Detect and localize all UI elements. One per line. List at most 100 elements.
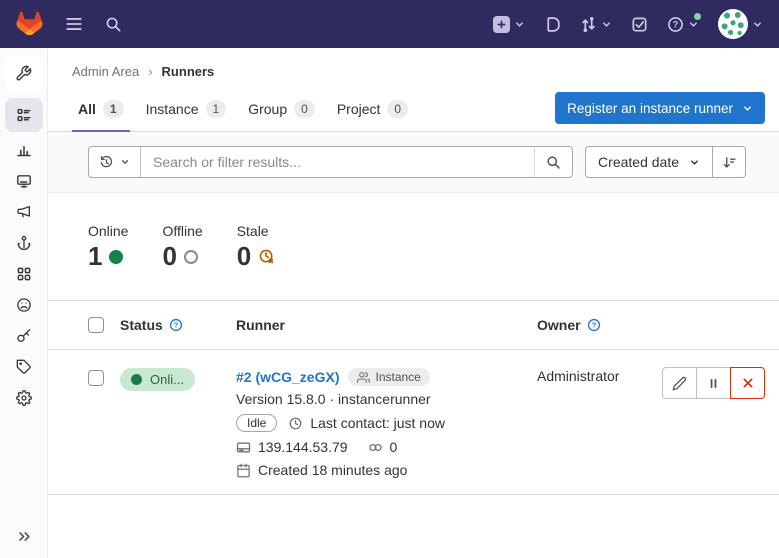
chevron-right-icon: › [148, 64, 152, 79]
sidebar-item-applications[interactable] [5, 258, 43, 289]
sidebar-item-admin-area[interactable] [5, 55, 43, 92]
search-history-button[interactable] [89, 147, 141, 177]
sidebar-item-deploy-keys[interactable] [5, 320, 43, 351]
breadcrumb-admin-area[interactable]: Admin Area [72, 64, 139, 79]
runner-version: Version 15.8.0 · instancerunner [236, 391, 537, 407]
chevron-down-icon [120, 157, 130, 167]
tab-label: All [78, 101, 96, 117]
history-icon [99, 155, 114, 170]
runner-table-row: Onli... #2 (wCG_zeGX) Instance Version 1… [48, 350, 779, 495]
gitlab-logo-icon[interactable] [16, 11, 43, 37]
pause-runner-button[interactable] [696, 367, 731, 399]
runner-last-contact: Last contact: just now [310, 415, 445, 431]
runner-owner-link[interactable]: Administrator [537, 368, 619, 384]
col-header-status: Status [120, 317, 163, 333]
runner-created: Created 18 minutes ago [258, 462, 407, 478]
top-navbar: ? [0, 0, 779, 48]
stat-label: Online [88, 223, 128, 239]
tab-project[interactable]: Project 0 [331, 89, 414, 132]
register-instance-runner-button[interactable]: Register an instance runner [555, 92, 765, 124]
type-badge-label: Instance [375, 370, 420, 384]
todo-list-icon[interactable] [631, 16, 648, 33]
filtered-search-box [88, 146, 573, 178]
notification-dot [694, 13, 701, 20]
sidebar-item-analytics[interactable] [5, 134, 43, 165]
tab-instance[interactable]: Instance 1 [140, 89, 233, 132]
sidebar-item-labels[interactable] [5, 351, 43, 382]
megaphone-icon [16, 204, 32, 220]
runner-idle-badge: Idle [236, 414, 277, 432]
sidebar-item-overview[interactable] [5, 98, 43, 132]
sort-by-label: Created date [598, 154, 679, 170]
admin-sidebar [0, 48, 48, 558]
status-help-icon[interactable]: ? [169, 318, 183, 332]
stat-online: Online 1 [88, 223, 128, 272]
stat-value: 1 [88, 241, 102, 272]
merge-requests-button[interactable] [580, 16, 612, 33]
user-menu[interactable] [718, 9, 763, 39]
sidebar-item-abuse-reports[interactable] [5, 289, 43, 320]
stat-label: Offline [162, 223, 202, 239]
runner-ip-address: 139.144.53.79 [258, 439, 348, 455]
runner-tabs-bar: All 1 Instance 1 Group 0 Project 0 Regis… [48, 89, 779, 132]
pause-icon [707, 377, 720, 390]
runner-type-badge: Instance [348, 368, 429, 386]
chevron-down-icon [689, 157, 700, 168]
col-header-runner: Runner [236, 317, 537, 333]
sidebar-item-system-hooks[interactable] [5, 227, 43, 258]
tab-count-badge: 0 [294, 100, 315, 118]
select-all-checkbox[interactable] [88, 317, 104, 333]
col-header-owner: Owner [537, 317, 581, 333]
double-chevron-right-icon [17, 529, 32, 544]
main-content: Admin Area › Runners All 1 Instance 1 Gr… [48, 0, 779, 495]
tab-all[interactable]: All 1 [72, 89, 130, 132]
collapse-sidebar-button[interactable] [0, 529, 48, 544]
hamburger-menu-icon[interactable] [65, 15, 83, 33]
gear-icon [16, 390, 32, 406]
stat-offline: Offline 0 [162, 223, 202, 272]
key-icon [16, 328, 32, 344]
merge-request-icon [580, 16, 597, 33]
overview-list-icon [16, 107, 32, 123]
delete-runner-button[interactable] [730, 367, 765, 399]
owner-help-icon[interactable]: ? [587, 318, 601, 332]
monitor-icon [16, 173, 32, 189]
stat-stale: Stale 0 [237, 223, 275, 272]
chevron-down-icon [514, 19, 525, 30]
label-tag-icon [16, 359, 32, 375]
filter-bar: Created date [48, 132, 779, 193]
tab-label: Instance [146, 101, 199, 117]
runner-linked-count: 0 [390, 439, 398, 455]
link-icon [368, 440, 383, 455]
sort-by-dropdown[interactable]: Created date [585, 146, 713, 178]
tab-count-badge: 1 [206, 100, 227, 118]
online-dot-icon [109, 250, 123, 264]
question-circle-icon: ? [667, 16, 684, 33]
new-menu-button[interactable] [493, 16, 525, 33]
runner-name-link[interactable]: #2 (wCG_zeGX) [236, 369, 339, 385]
search-icon[interactable] [105, 16, 122, 33]
svg-text:?: ? [673, 19, 679, 29]
row-checkbox[interactable] [88, 370, 104, 386]
clock-icon [288, 416, 303, 431]
tab-count-badge: 1 [103, 100, 124, 118]
sidebar-item-messages[interactable] [5, 196, 43, 227]
pencil-icon [672, 376, 687, 391]
apps-grid-icon [16, 266, 32, 282]
issues-icon[interactable] [544, 16, 561, 33]
bar-chart-icon [16, 142, 32, 158]
sidebar-item-monitoring[interactable] [5, 165, 43, 196]
offline-circle-icon [184, 250, 198, 264]
svg-text:?: ? [174, 321, 179, 330]
search-submit-button[interactable] [534, 147, 572, 177]
help-button[interactable]: ? [667, 16, 699, 33]
sort-direction-button[interactable] [713, 146, 746, 178]
stale-clock-icon [258, 248, 275, 265]
stat-value: 0 [162, 241, 176, 272]
hook-icon [16, 235, 32, 251]
search-input[interactable] [141, 154, 534, 170]
edit-runner-button[interactable] [662, 367, 697, 399]
tab-label: Project [337, 101, 381, 117]
tab-group[interactable]: Group 0 [242, 89, 321, 132]
sidebar-item-settings[interactable] [5, 382, 43, 413]
